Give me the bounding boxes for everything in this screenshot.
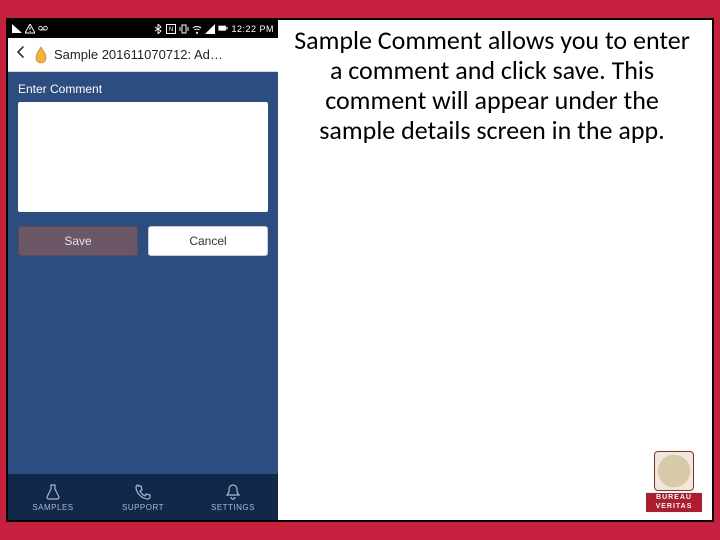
warning-icon — [25, 24, 35, 34]
status-left-icons — [12, 24, 48, 34]
save-button[interactable]: Save — [18, 226, 138, 256]
status-time: 12:22 PM — [231, 24, 274, 34]
explainer-text: Sample Comment allows you to enter a com… — [288, 26, 696, 146]
bv-label-2: VERITAS — [646, 502, 702, 512]
app-bar: Sample 201611070712: Ad… — [8, 38, 278, 72]
signal-icon — [12, 24, 22, 34]
vibrate-icon — [179, 24, 189, 34]
cell-icon — [205, 24, 215, 34]
status-bar: N 12:22 PM — [8, 20, 278, 38]
nfc-icon: N — [166, 24, 176, 34]
form-area: Enter Comment Save Cancel — [8, 72, 278, 474]
wifi-icon — [192, 24, 202, 34]
cancel-button[interactable]: Cancel — [148, 226, 268, 256]
comment-input[interactable] — [18, 102, 268, 212]
bell-icon — [224, 483, 242, 501]
bureau-veritas-logo: BUREAU VERITAS — [646, 451, 702, 512]
comment-label: Enter Comment — [18, 82, 268, 96]
battery-icon — [218, 24, 228, 34]
slide-inner: N 12:22 PM — [6, 18, 714, 522]
button-row: Save Cancel — [18, 226, 268, 256]
nav-support[interactable]: SUPPORT — [98, 483, 188, 512]
nav-label: SAMPLES — [32, 503, 73, 512]
voicemail-icon — [38, 24, 48, 34]
appbar-title: Sample 201611070712: Ad… — [54, 47, 272, 62]
nav-label: SETTINGS — [211, 503, 255, 512]
bv-seal-icon — [654, 451, 694, 491]
svg-text:N: N — [169, 27, 173, 33]
back-icon[interactable] — [14, 45, 28, 64]
bottom-nav: SAMPLES SUPPORT SETTINGS — [8, 474, 278, 520]
phone-mock: N 12:22 PM — [8, 20, 278, 520]
nav-samples[interactable]: SAMPLES — [8, 483, 98, 512]
oil-drop-icon — [34, 46, 48, 64]
phone-icon — [134, 483, 152, 501]
status-right-icons: N 12:22 PM — [153, 24, 274, 34]
bluetooth-icon — [153, 24, 163, 34]
flask-icon — [44, 483, 62, 501]
bv-label-1: BUREAU — [646, 493, 702, 503]
nav-label: SUPPORT — [122, 503, 164, 512]
explainer-panel: Sample Comment allows you to enter a com… — [278, 20, 712, 520]
nav-settings[interactable]: SETTINGS — [188, 483, 278, 512]
